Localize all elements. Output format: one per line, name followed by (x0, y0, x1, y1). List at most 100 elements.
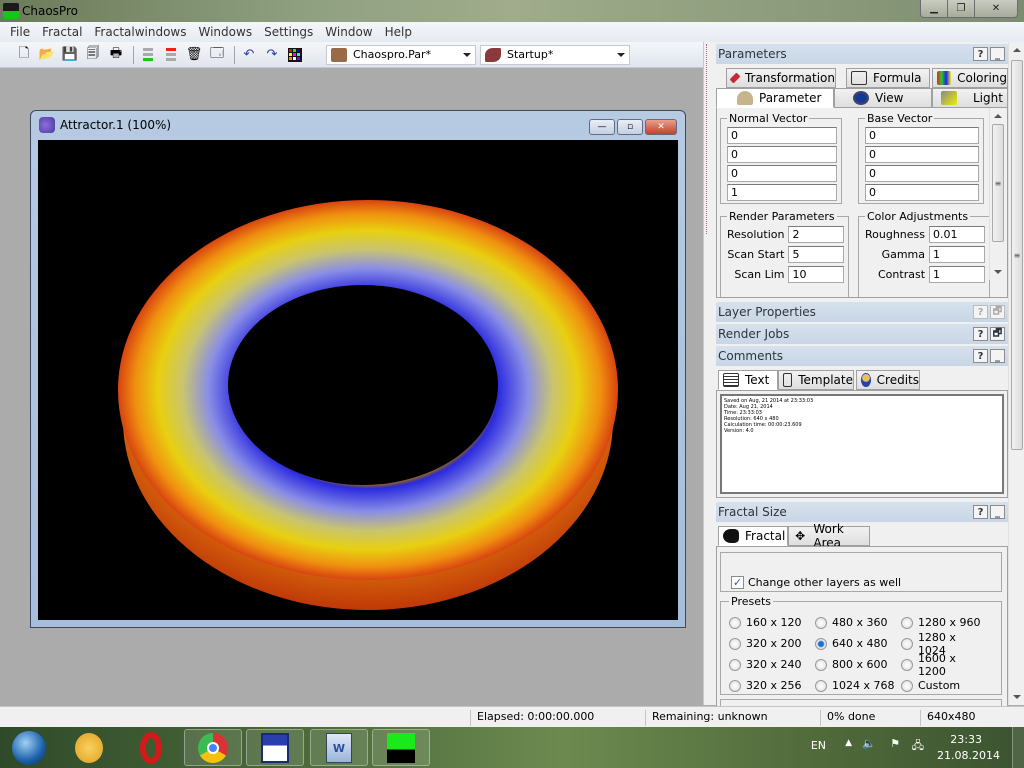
menu-windows[interactable]: Windows (193, 25, 259, 39)
render-jobs-header[interactable]: Render Jobs ? 🗗 (716, 324, 1008, 344)
preset-radio[interactable]: 320 x 200 (729, 633, 815, 654)
save-all-icon[interactable]: 🗐 (83, 45, 103, 65)
fractal-render-canvas[interactable] (38, 140, 678, 620)
clock-date[interactable]: 21.08.2014 (937, 749, 1000, 762)
app-close-button[interactable]: ✕ (975, 0, 1017, 17)
help-button[interactable]: ? (973, 47, 988, 61)
scroll-down-icon[interactable] (1013, 695, 1021, 699)
roughness-input[interactable]: 0.01 (929, 226, 986, 243)
show-desktop-button[interactable] (1012, 727, 1024, 768)
menu-settings[interactable]: Settings (258, 25, 319, 39)
help-button[interactable]: ? (973, 305, 988, 319)
preset-radio[interactable]: 1600 x 1200 (901, 652, 987, 678)
child-maximize-button[interactable]: ▫ (617, 119, 643, 135)
preset-radio[interactable]: 1024 x 768 (815, 675, 901, 696)
menu-fractal[interactable]: Fractal (36, 25, 88, 39)
dock-grip[interactable] (706, 44, 714, 234)
scan-lim-input[interactable]: 10 (788, 266, 845, 283)
taskbar-chaospro[interactable] (372, 729, 430, 766)
scan-start-input[interactable]: 5 (788, 246, 845, 263)
fractal-size-header[interactable]: Fractal Size ? _ (716, 502, 1008, 522)
undo-icon[interactable]: ↶ (239, 45, 259, 65)
delete-icon[interactable]: 🗑 (184, 45, 204, 65)
tab-formula[interactable]: Formula (846, 68, 930, 88)
normal-vector-w-input[interactable]: 1 (727, 184, 837, 201)
taskbar-save-app[interactable] (246, 729, 304, 766)
taskbar-opera[interactable] (122, 729, 180, 766)
parameter-file-combo[interactable]: Chaospro.Par* (326, 44, 476, 65)
gamma-input[interactable]: 1 (929, 246, 986, 263)
layer-properties-header[interactable]: Layer Properties ? 🗗 (716, 302, 1008, 322)
child-close-button[interactable]: ✕ (645, 119, 677, 135)
tab-template[interactable]: Template (778, 370, 854, 390)
preset-radio[interactable]: 160 x 120 (729, 612, 815, 633)
parameters-header[interactable]: Parameters ? _ (716, 44, 1008, 64)
preset-radio[interactable]: 800 x 600 (815, 654, 901, 675)
menu-help[interactable]: Help (379, 25, 418, 39)
resolution-input[interactable]: 2 (788, 226, 845, 243)
scroll-thumb[interactable]: ≡ (1011, 60, 1023, 450)
minimize-panel-button[interactable]: _ (990, 349, 1005, 363)
preset-radio[interactable]: 480 x 360 (815, 612, 901, 633)
comments-textarea[interactable]: Saved on Aug, 21 2014 at 23:33:03 Date: … (720, 394, 1004, 494)
base-vector-z-input[interactable]: 0 (865, 165, 979, 182)
app-restore-button[interactable]: ❐ (948, 0, 975, 17)
scroll-up-icon[interactable] (994, 114, 1002, 118)
app-minimize-button[interactable]: ▁ (921, 0, 948, 17)
redo-icon[interactable]: ↷ (262, 45, 282, 65)
show-hidden-icons[interactable]: ▲ (845, 738, 852, 748)
save-icon[interactable]: 💾 (60, 45, 80, 65)
restore-panel-button[interactable]: 🗗 (990, 305, 1005, 319)
preset-radio[interactable]: 640 x 480 (815, 633, 901, 654)
preset-radio[interactable]: 320 x 256 (729, 675, 815, 696)
open-icon[interactable]: 📂 (37, 45, 57, 65)
tab-coloring[interactable]: Coloring (932, 68, 1008, 88)
formula-set-combo[interactable]: Startup* (480, 44, 630, 65)
preset-radio[interactable]: Custom (901, 675, 987, 696)
change-layers-checkbox[interactable]: ✓ (731, 575, 744, 589)
scroll-up-icon[interactable] (1013, 48, 1021, 52)
taskbar-paint[interactable] (60, 729, 118, 766)
layer-down-icon[interactable] (161, 45, 181, 65)
print-icon[interactable]: 🖶 (106, 45, 126, 65)
normal-vector-y-input[interactable]: 0 (727, 146, 837, 163)
volume-icon[interactable]: 🔈 (862, 737, 876, 750)
language-indicator[interactable]: EN (811, 739, 826, 752)
help-button[interactable]: ? (973, 349, 988, 363)
help-button[interactable]: ? (973, 505, 988, 519)
layer-up-icon[interactable] (138, 45, 158, 65)
contrast-input[interactable]: 1 (929, 266, 986, 283)
taskbar-word[interactable]: W (310, 729, 368, 766)
taskbar-chrome[interactable] (184, 729, 242, 766)
base-vector-x-input[interactable]: 0 (865, 127, 979, 144)
tab-fractal[interactable]: Fractal (718, 526, 788, 546)
normal-vector-z-input[interactable]: 0 (727, 165, 837, 182)
menu-fractalwindows[interactable]: Fractalwindows (88, 25, 192, 39)
network-icon[interactable]: 🖧 (912, 737, 924, 756)
minimize-panel-button[interactable]: _ (990, 47, 1005, 61)
base-vector-y-input[interactable]: 0 (865, 146, 979, 163)
window-icon[interactable]: 🗔 (207, 45, 227, 65)
tab-view[interactable]: View (834, 88, 932, 108)
clock-time[interactable]: 23:33 (950, 733, 982, 746)
tab-parameter[interactable]: Parameter (716, 88, 834, 108)
scroll-thumb[interactable]: ≡ (992, 124, 1004, 242)
start-button[interactable] (0, 729, 58, 766)
tab-work-area[interactable]: ✥ Work Area (788, 522, 870, 550)
base-vector-w-input[interactable]: 0 (865, 184, 979, 201)
menu-file[interactable]: File (4, 25, 36, 39)
menu-window[interactable]: Window (319, 25, 378, 39)
child-minimize-button[interactable]: — (589, 119, 615, 135)
tab-credits[interactable]: Credits (856, 370, 920, 390)
scroll-down-icon[interactable] (994, 270, 1002, 274)
preset-radio[interactable]: 320 x 240 (729, 654, 815, 675)
new-icon[interactable]: 🗋 (14, 45, 34, 65)
tab-light[interactable]: Light (932, 88, 1008, 108)
parameter-scrollbar[interactable]: ≡ (989, 108, 1006, 280)
dock-scrollbar[interactable]: ≡ (1008, 42, 1024, 705)
palette-grid-icon[interactable] (285, 45, 305, 65)
comments-header[interactable]: Comments ? _ (716, 346, 1008, 366)
minimize-panel-button[interactable]: _ (990, 505, 1005, 519)
help-button[interactable]: ? (973, 327, 988, 341)
action-center-flag-icon[interactable]: ⚑ (890, 737, 900, 750)
